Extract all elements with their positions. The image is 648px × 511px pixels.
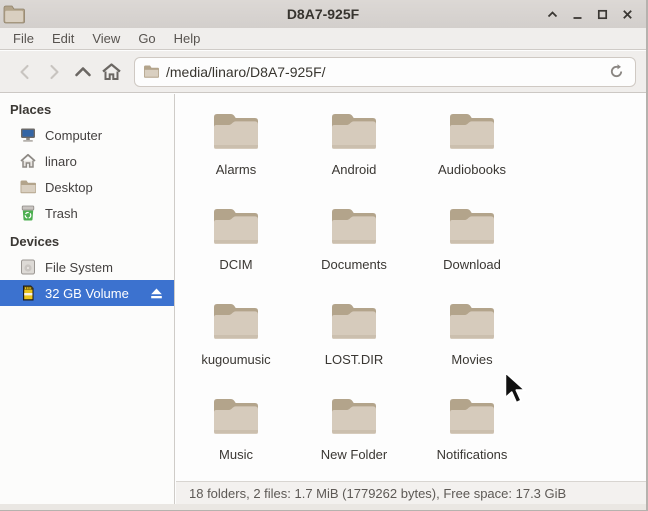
folder-item-alarms[interactable]: Alarms [177,109,295,204]
sidebar-item-label: Computer [45,127,103,143]
sdcard-icon [19,284,37,302]
tool-bar: /media/linaro/D8A7-925F/ [0,51,646,93]
folder-label: Audiobooks [438,162,506,177]
folder-label: DCIM [219,257,253,272]
path-bar[interactable]: /media/linaro/D8A7-925F/ [134,56,636,87]
sidebar-item-computer[interactable]: Computer [0,122,174,148]
menu-bar: File Edit View Go Help [0,28,646,50]
folder-item-dcim[interactable]: DCIM [177,204,295,299]
close-button[interactable] [618,5,636,23]
menu-view[interactable]: View [83,28,129,49]
file-manager-window: D8A7-925F File Edit View Go Help /media/… [0,0,648,511]
home-icon [19,152,37,170]
folder-item-documents[interactable]: Documents [295,204,413,299]
folder-icon [210,299,262,346]
folder-item-download[interactable]: Download [413,204,531,299]
sidebar-section-places: Places [10,102,52,117]
sidebar-item-linaro[interactable]: linaro [0,148,174,174]
sidebar-item-label: File System [45,259,113,275]
folder-item-new-folder[interactable]: New Folder [295,394,413,481]
window-bottom-edge [0,504,646,510]
sidebar-item-trash[interactable]: Trash [0,200,174,226]
sidebar-item-label: 32 GB Volume [45,285,129,301]
folder-item-music[interactable]: Music [177,394,295,481]
menu-help[interactable]: Help [165,28,210,49]
sidebar-item-desktop[interactable]: Desktop [0,174,174,200]
folder-label: Notifications [436,447,508,462]
folder-label: Movies [451,352,493,367]
back-button[interactable] [10,57,39,86]
up-button[interactable] [68,57,97,86]
folder-icon [328,109,380,156]
folder-label: Download [443,257,501,272]
up-icon [74,66,91,76]
folder-label: Music [219,447,253,462]
reload-icon [610,64,623,78]
sidebar-item-file-system[interactable]: File System [0,254,174,280]
folder-label: Android [331,162,377,177]
sidebar-item-label: Desktop [45,179,93,195]
folder-icon [446,109,498,156]
folder-item-lost-dir[interactable]: LOST.DIR [295,299,413,394]
trash-icon [19,204,37,222]
path-text: /media/linaro/D8A7-925F/ [166,63,326,80]
folder-small-icon [19,178,37,196]
folder-icon [210,109,262,156]
home-icon [102,62,121,80]
folder-label: kugoumusic [201,352,271,367]
folder-grid: Alarms Android Audiobooks DCIM Documents Down… [176,94,646,481]
folder-icon [210,204,262,251]
folder-item-audiobooks[interactable]: Audiobooks [413,109,531,204]
folder-icon [446,394,498,441]
eject-button[interactable] [149,287,164,300]
folder-label: New Folder [320,447,388,462]
folder-icon [328,394,380,441]
maximize-button[interactable] [593,5,611,23]
folder-item-notifications[interactable]: Notifications [413,394,531,481]
sidebar-item-32-gb-volume[interactable]: 32 GB Volume [0,280,174,306]
folder-item-android[interactable]: Android [295,109,413,204]
harddisk-icon [19,258,37,276]
sidebar: Places Computer linaro Desktop Trash Devices F… [0,94,175,504]
sidebar-item-label: linaro [45,153,77,169]
menu-go[interactable]: Go [129,28,164,49]
path-folder-icon [144,65,159,78]
home-button[interactable] [97,57,126,86]
folder-label: Alarms [215,162,257,177]
window-controls [543,5,646,23]
sidebar-section-devices: Devices [10,234,60,249]
folder-label: LOST.DIR [324,352,384,367]
folder-icon [328,299,380,346]
minimize-button[interactable] [568,5,586,23]
back-icon [19,64,29,79]
menu-file[interactable]: File [4,28,43,49]
menu-edit[interactable]: Edit [43,28,83,49]
folder-icon [210,394,262,441]
reload-button[interactable] [608,63,625,80]
folder-icon [446,299,498,346]
title-bar: D8A7-925F [0,0,646,28]
folder-item-kugoumusic[interactable]: kugoumusic [177,299,295,394]
shade-button[interactable] [543,5,561,23]
sidebar-item-label: Trash [45,205,78,221]
folder-label: Documents [321,257,387,272]
file-view: Alarms Android Audiobooks DCIM Documents Down… [176,94,646,481]
computer-icon [19,126,37,144]
folder-icon [328,204,380,251]
folder-item-movies[interactable]: Movies [413,299,531,394]
status-bar: 18 folders, 2 files: 1.7 MiB (1779262 by… [176,481,646,504]
forward-icon [49,64,59,79]
folder-icon [446,204,498,251]
status-text: 18 folders, 2 files: 1.7 MiB (1779262 by… [189,485,567,501]
forward-button[interactable] [39,57,68,86]
